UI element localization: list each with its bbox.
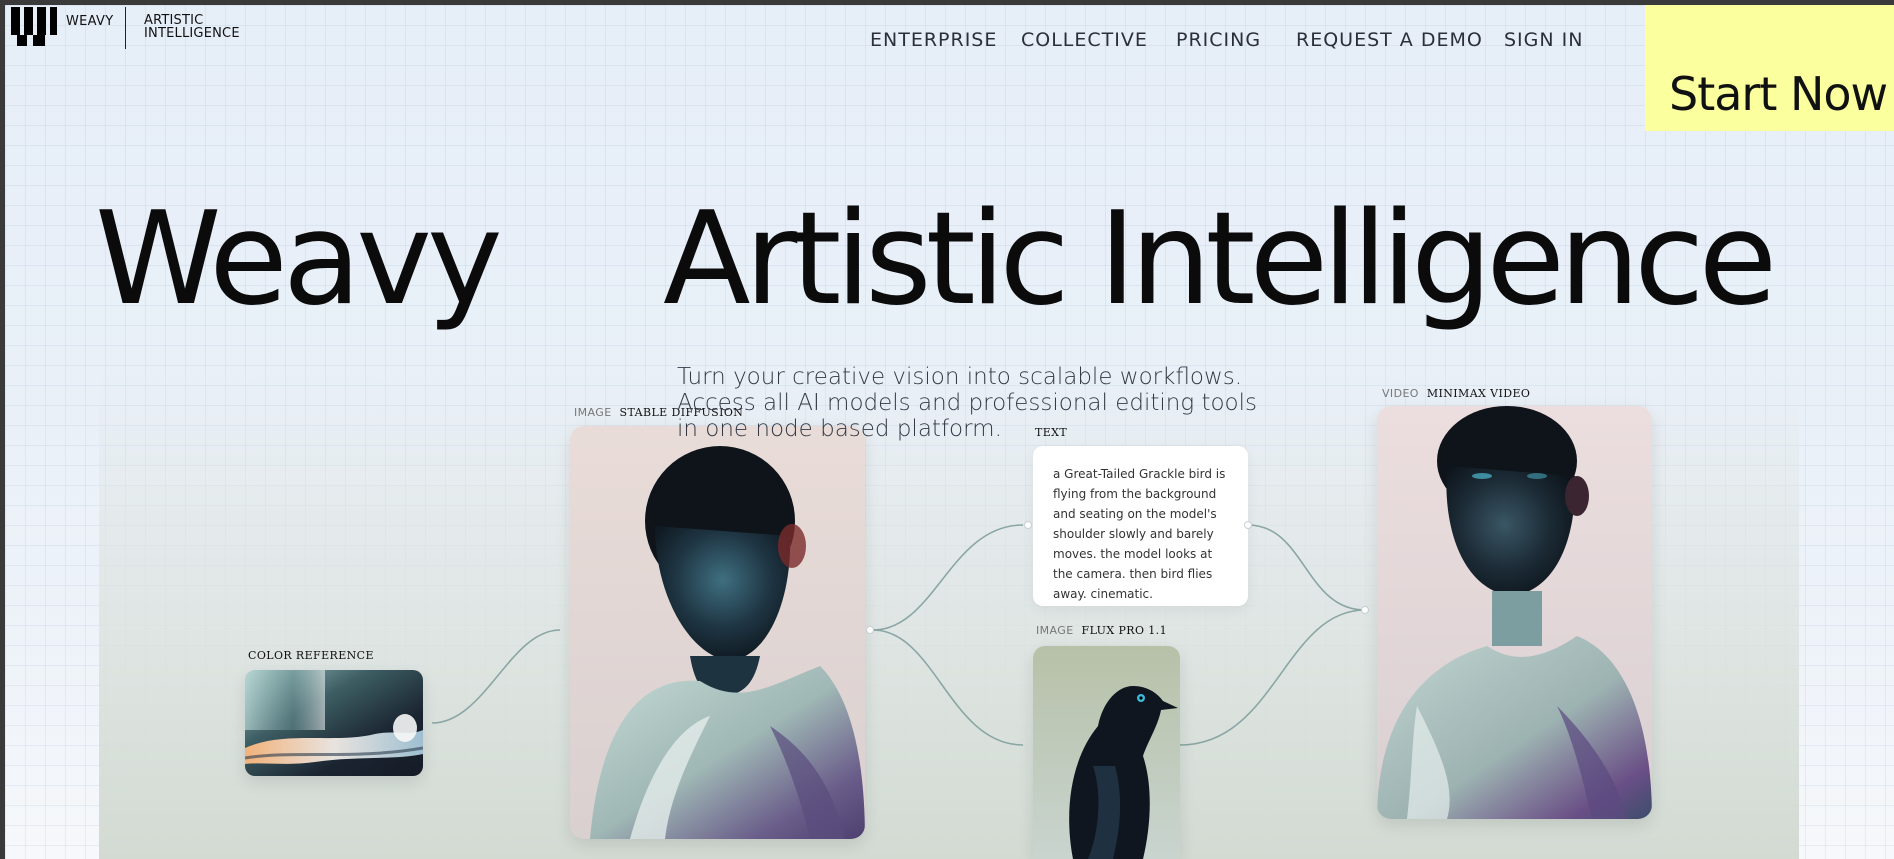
flux-label: IMAGE FLUX PRO 1.1 (1036, 624, 1167, 637)
hero-subtitle-line: Access all AI models and professional ed… (677, 390, 1257, 416)
stable-diffusion-image[interactable] (570, 426, 865, 839)
nav-sign-in[interactable]: SIGN IN (1504, 29, 1583, 51)
minimax-input-port[interactable] (1361, 606, 1369, 614)
minimax-video-preview[interactable] (1377, 406, 1652, 819)
hero-title-left: Weavy (95, 185, 503, 334)
color-reference-label: COLOR REFERENCE (248, 649, 374, 662)
brand-divider (125, 7, 126, 49)
minimax-label: VIDEO MINIMAX VIDEO (1382, 387, 1531, 400)
text-node-label: TEXT (1035, 426, 1068, 439)
nav-enterprise[interactable]: ENTERPRISE (870, 29, 997, 51)
nav-collective[interactable]: COLLECTIVE (1021, 29, 1148, 51)
text-input-port[interactable] (1024, 521, 1032, 529)
color-reference-image[interactable] (245, 670, 423, 776)
brand-name[interactable]: WEAVY (66, 14, 113, 29)
hero-title-right: Artistic Intelligence (663, 185, 1777, 334)
start-now-label: Start Now (1669, 67, 1888, 121)
prompt-text-card[interactable]: a Great-Tailed Grackle bird is flying fr… (1033, 446, 1248, 606)
start-now-button[interactable]: Start Now (1645, 5, 1894, 131)
nav-pricing[interactable]: PRICING (1176, 29, 1261, 51)
brand-tagline[interactable]: ARTISTIC INTELLIGENCE (144, 14, 240, 40)
browser-viewport: WEAVY ARTISTIC INTELLIGENCE ENTERPRISE C… (5, 5, 1894, 859)
hero-subtitle-line: in one node based platform. (677, 416, 1002, 442)
text-output-port[interactable] (1244, 521, 1252, 529)
weavy-logo-icon[interactable] (11, 7, 57, 51)
hero-subtitle-line: Turn your creative vision into scalable … (677, 364, 1243, 390)
flux-bird-image[interactable] (1033, 646, 1180, 859)
stable-diffusion-output-port[interactable] (866, 626, 874, 634)
nav-request-demo[interactable]: REQUEST A DEMO (1296, 29, 1483, 51)
hero-subtitle: Turn your creative vision into scalable … (677, 364, 1297, 442)
